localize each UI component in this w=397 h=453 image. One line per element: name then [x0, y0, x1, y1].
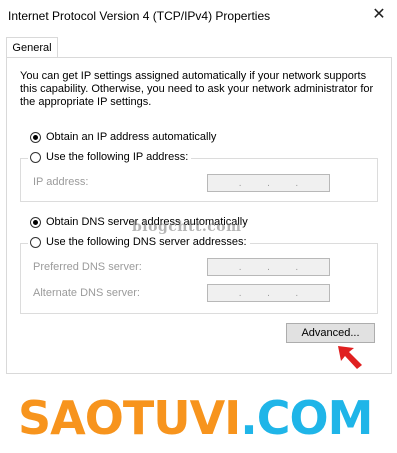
ip-address-input[interactable]: ...: [207, 174, 330, 192]
radio-dns-auto[interactable]: [30, 216, 41, 228]
tab-general[interactable]: General: [6, 37, 58, 58]
preferred-dns-input[interactable]: ...: [207, 258, 330, 276]
close-icon[interactable]: ✕: [365, 2, 393, 28]
obtain-ip-auto-option[interactable]: Obtain an IP address automatically: [30, 131, 216, 143]
alternate-dns-label: Alternate DNS server:: [33, 287, 140, 299]
description-text: You can get IP settings assigned automat…: [20, 70, 374, 108]
advanced-button[interactable]: Advanced...: [286, 323, 375, 343]
radio-ip-manual[interactable]: [30, 151, 41, 163]
use-following-dns-label: Use the following DNS server addresses:: [46, 236, 247, 248]
blog-watermark: blogchtt.com: [132, 219, 242, 235]
preferred-dns-label: Preferred DNS server:: [33, 261, 142, 273]
radio-ip-auto[interactable]: [30, 131, 41, 143]
use-following-ip-option[interactable]: Use the following IP address:: [28, 151, 192, 163]
window-title: Internet Protocol Version 4 (TCP/IPv4) P…: [8, 9, 271, 23]
alternate-dns-input[interactable]: ...: [207, 284, 330, 302]
brand-logo-main: SAOTUVI: [18, 391, 241, 445]
use-following-dns-option[interactable]: Use the following DNS server addresses:: [28, 236, 250, 248]
brand-logo-suffix: .COM: [240, 391, 373, 445]
title-bar: Internet Protocol Version 4 (TCP/IPv4) P…: [0, 0, 397, 32]
brand-logo-text: SAOTUVI.COM: [18, 391, 373, 445]
ip-address-label: IP address:: [33, 176, 89, 188]
dns-group-box: [20, 243, 378, 314]
red-arrow-icon: [338, 346, 362, 369]
radio-dns-manual[interactable]: [30, 236, 41, 248]
use-following-ip-label: Use the following IP address:: [46, 151, 189, 163]
obtain-ip-auto-label: Obtain an IP address automatically: [46, 131, 217, 143]
